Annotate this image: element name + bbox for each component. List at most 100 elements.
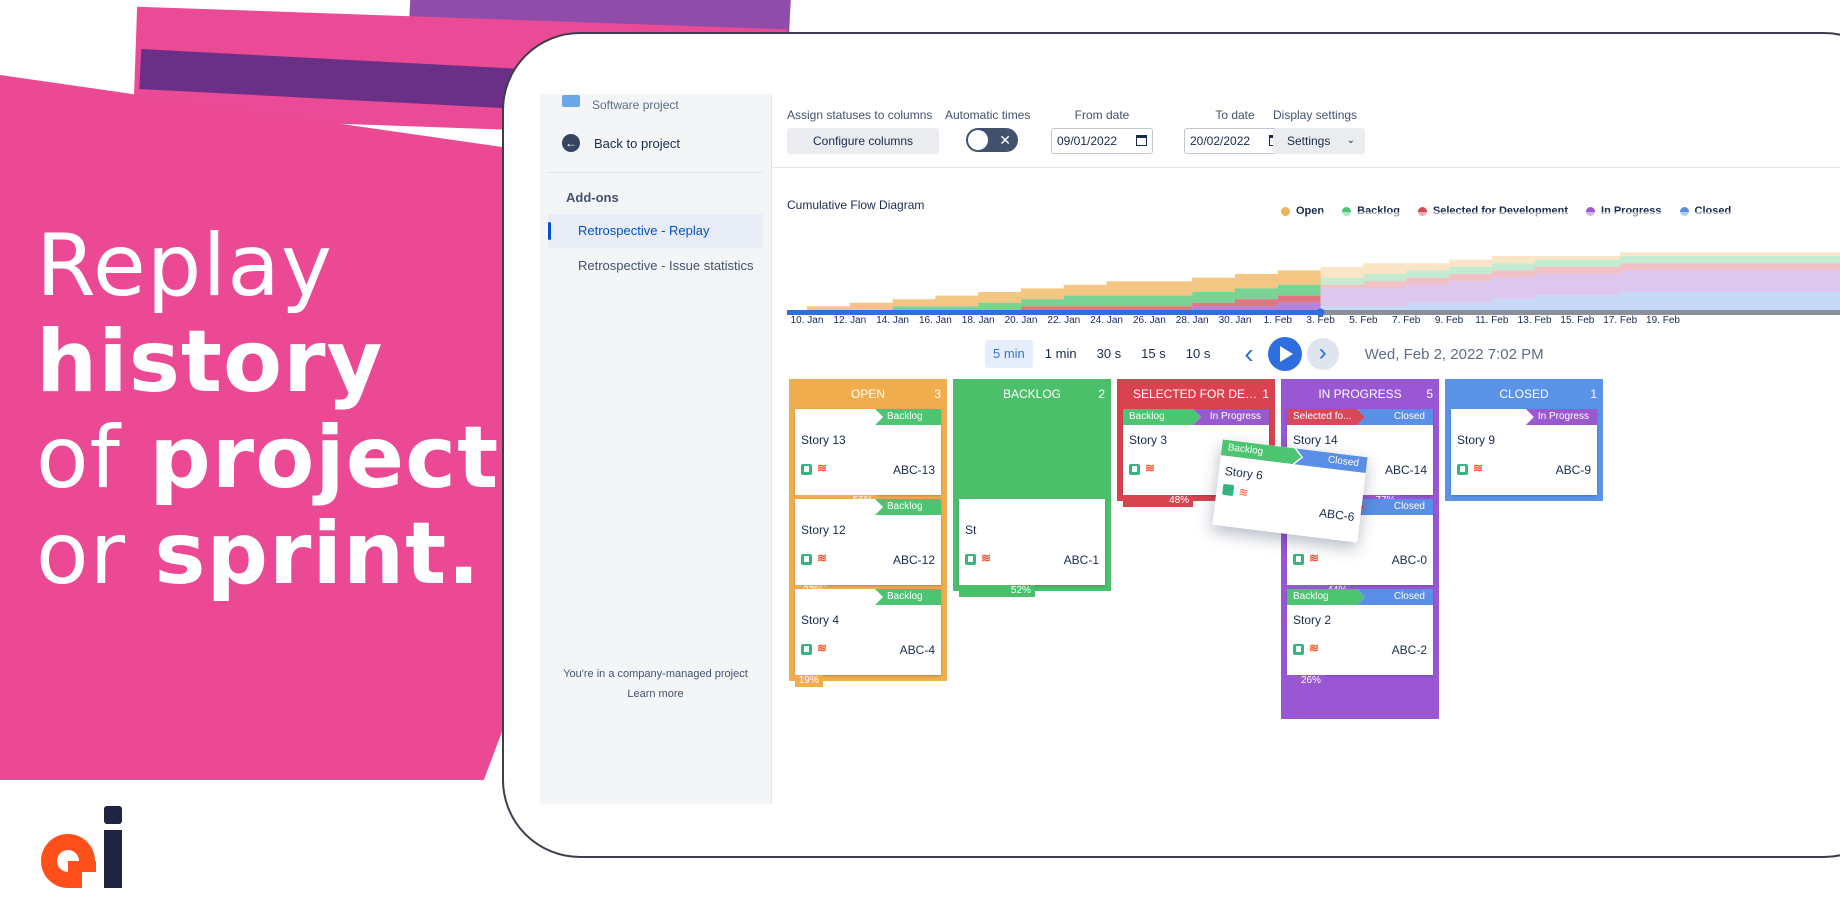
x-tick-label: 7. Feb bbox=[1392, 315, 1421, 326]
from-date-value: 09/01/2022 bbox=[1057, 134, 1118, 148]
hero-headline: Replay history of project or sprint. bbox=[36, 218, 499, 602]
card-title: Story 14 bbox=[1293, 433, 1338, 447]
priority-icon: ≋ bbox=[1237, 484, 1250, 500]
x-tick-label: 20. Jan bbox=[1004, 315, 1038, 326]
to-date-field: To date 20/02/2022 bbox=[1184, 108, 1286, 154]
priority-icon: ≋ bbox=[817, 551, 827, 565]
speed-1min-button[interactable]: 1 min bbox=[1037, 340, 1085, 368]
close-icon: ✕ bbox=[999, 132, 1011, 148]
settings-dropdown[interactable]: Settings ⌄ bbox=[1273, 128, 1365, 154]
to-date-value: 20/02/2022 bbox=[1190, 134, 1251, 148]
speed-30s-button[interactable]: 30 s bbox=[1089, 340, 1130, 368]
card-key: ABC-12 bbox=[892, 553, 935, 567]
assign-statuses-label: Assign statuses to columns bbox=[787, 108, 933, 122]
card-key: ABC-6 bbox=[1318, 505, 1356, 524]
status-transition-tag: Backlog bbox=[875, 409, 941, 425]
column-header[interactable]: SELECTED FOR DEVELOPME...1 bbox=[1117, 379, 1275, 409]
x-tick-label: 17. Feb bbox=[1603, 315, 1638, 326]
issue-card[interactable]: BacklogStory 12≋ABC-1222% bbox=[795, 499, 941, 597]
automatic-times-field: Automatic times ✕ bbox=[945, 108, 1030, 152]
speed-5min-button[interactable]: 5 min bbox=[985, 340, 1033, 368]
automatic-times-label: Automatic times bbox=[945, 108, 1031, 122]
back-to-project-link[interactable]: ← Back to project bbox=[562, 134, 680, 152]
chevron-left-icon[interactable]: ‹ bbox=[1244, 340, 1253, 368]
settings-dropdown-value: Settings bbox=[1287, 134, 1331, 148]
x-tick-label: 16. Jan bbox=[918, 315, 952, 326]
column-header[interactable]: IN PROGRESS 5 bbox=[1281, 379, 1439, 409]
column-header[interactable]: BACKLOG 2 bbox=[953, 379, 1111, 409]
speed-10s-button[interactable]: 10 s bbox=[1178, 340, 1219, 368]
x-tick-label: 30. Jan bbox=[1218, 315, 1252, 326]
x-tick-label: 13. Feb bbox=[1517, 315, 1552, 326]
column-count: 2 bbox=[1098, 387, 1105, 401]
time-in-status-bar: 52% bbox=[959, 585, 1035, 597]
status-transition-tag: Backlog bbox=[1287, 589, 1365, 605]
time-in-status-bar: 19% bbox=[795, 675, 823, 687]
cfd-future-overlay bbox=[1320, 212, 1840, 310]
story-icon bbox=[1293, 644, 1304, 655]
priority-icon: ≋ bbox=[1145, 461, 1155, 475]
play-icon[interactable] bbox=[1267, 337, 1302, 371]
x-tick-label: 5. Feb bbox=[1349, 315, 1378, 326]
promo-banner: Replay history of project or sprint. Sof… bbox=[0, 0, 1840, 900]
sidebar-project: Software project bbox=[562, 95, 679, 112]
status-transition-tag: In Progress bbox=[1193, 409, 1269, 425]
project-icon bbox=[562, 95, 580, 107]
column-header[interactable]: CLOSED 1 bbox=[1445, 379, 1603, 409]
priority-icon: ≋ bbox=[1309, 641, 1319, 655]
issue-card[interactable]: In Progress Story 9 ≋ ABC-9 bbox=[1451, 409, 1597, 495]
card-title: St bbox=[965, 523, 977, 537]
card-key: ABC-4 bbox=[899, 643, 935, 657]
column-title: CLOSED bbox=[1499, 387, 1549, 401]
cfd-chart[interactable] bbox=[787, 212, 1840, 316]
sidebar-item-issue-statistics[interactable]: Retrospective - Issue statistics bbox=[548, 249, 763, 283]
sidebar-item-replay[interactable]: Retrospective - Replay bbox=[548, 214, 763, 248]
display-settings-field: Display settings Settings ⌄ bbox=[1273, 108, 1365, 154]
sidebar: Software project ← Back to project Add-o… bbox=[540, 94, 772, 804]
priority-icon: ≋ bbox=[981, 551, 991, 565]
chevron-right-icon[interactable]: › bbox=[1306, 338, 1339, 370]
issue-card[interactable]: St ≋ ABC-1 52% bbox=[959, 499, 1105, 597]
to-date-input[interactable]: 20/02/2022 bbox=[1184, 128, 1286, 154]
toggle-knob bbox=[968, 130, 988, 150]
calendar-icon bbox=[1136, 135, 1147, 146]
column-title: BACKLOG bbox=[1002, 387, 1062, 401]
column-title: OPEN bbox=[850, 387, 885, 401]
card-title: Story 2 bbox=[1293, 613, 1332, 627]
board-column-in-progress: IN PROGRESS 5 Selected fo... Closed Story 14… bbox=[1281, 379, 1439, 719]
hero-line-3-light: of bbox=[36, 408, 150, 508]
from-date-input[interactable]: 09/01/2022 bbox=[1051, 128, 1153, 154]
priority-icon: ≋ bbox=[817, 461, 827, 475]
column-title: IN PROGRESS bbox=[1318, 387, 1402, 401]
dragging-card[interactable]: Backlog Closed Story 6 ABC-6 ≋ bbox=[1212, 439, 1368, 543]
sidebar-project-type: Software project bbox=[592, 98, 679, 112]
x-tick-label: 9. Feb bbox=[1434, 315, 1464, 326]
issue-card[interactable]: Backlog Story 4 ≋ ABC-4 19% bbox=[795, 589, 941, 687]
status-transition-tag: Backlog bbox=[875, 499, 941, 515]
configure-columns-button[interactable]: Configure columns bbox=[787, 128, 940, 154]
sidebar-footer-text: You're in a company-managed project bbox=[563, 668, 748, 680]
card-title: Story 4 bbox=[801, 613, 840, 627]
column-header[interactable]: OPEN 3 bbox=[789, 379, 947, 409]
automatic-times-toggle[interactable]: ✕ bbox=[966, 128, 1018, 152]
main-content: Assign statuses to columns Configure col… bbox=[773, 94, 1840, 804]
x-tick-label: 15. Feb bbox=[1560, 315, 1595, 326]
time-in-status-bar: 26% bbox=[1287, 675, 1325, 687]
learn-more-link[interactable]: Learn more bbox=[540, 688, 771, 700]
speed-15s-button[interactable]: 15 s bbox=[1133, 340, 1174, 368]
story-icon bbox=[801, 644, 812, 655]
cfd-x-axis: 10. Jan 12. Jan 14. Jan 16. Jan 18. Jan 20. J… bbox=[787, 315, 1840, 329]
display-settings-label: Display settings bbox=[1273, 108, 1358, 122]
brand-logo-icon bbox=[41, 806, 122, 888]
story-icon bbox=[1129, 464, 1140, 475]
issue-card[interactable]: BacklogStory 13≋ABC-1356% bbox=[795, 409, 941, 507]
x-tick-label: 18. Jan bbox=[961, 315, 995, 326]
card-key: ABC-2 bbox=[1391, 643, 1427, 657]
card-title: Story 12 bbox=[801, 523, 846, 537]
story-icon bbox=[965, 554, 976, 565]
priority-icon: ≋ bbox=[1309, 551, 1319, 565]
issue-card[interactable]: Backlog Closed Story 2 ≋ ABC-2 26% bbox=[1287, 589, 1433, 687]
status-transition-tag: Backlog bbox=[875, 589, 941, 605]
card-key: ABC-0 bbox=[1391, 553, 1427, 567]
card-key: ABC-9 bbox=[1555, 463, 1591, 477]
